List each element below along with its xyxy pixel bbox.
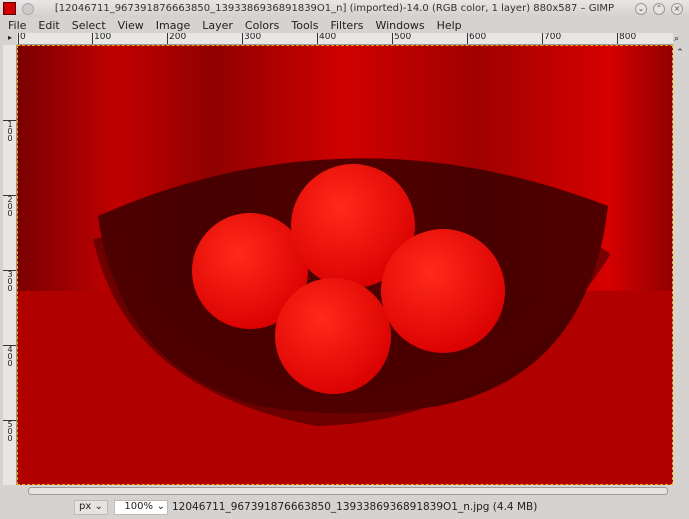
unit-value: px: [79, 500, 92, 512]
ruler-label: 400: [317, 33, 336, 44]
status-bar: px ⌄ 100% ⌄ 12046711_967391876663850_1393…: [0, 498, 689, 516]
ruler-label: 0: [18, 33, 26, 44]
menu-file[interactable]: File: [2, 19, 32, 32]
ruler-label: 100: [92, 33, 111, 44]
vertical-ruler[interactable]: 100 200 300 400 500: [3, 45, 17, 485]
menu-tools[interactable]: Tools: [285, 19, 324, 32]
file-info: 12046711_967391876663850_139338693689183…: [172, 501, 538, 513]
zoom-value: 100%: [124, 500, 153, 512]
gimp-app-icon[interactable]: [3, 2, 16, 15]
image-canvas[interactable]: [17, 45, 673, 485]
ruler-label: 200: [3, 195, 16, 218]
menu-help[interactable]: Help: [431, 19, 468, 32]
ruler-label: 500: [392, 33, 411, 44]
menu-select[interactable]: Select: [66, 19, 112, 32]
pin-icon[interactable]: [22, 2, 34, 15]
maximize-button[interactable]: ⌃: [653, 2, 665, 15]
ruler-label: 300: [3, 270, 16, 293]
close-button[interactable]: ×: [671, 2, 683, 15]
unit-select[interactable]: px ⌄: [74, 499, 108, 515]
menu-windows[interactable]: Windows: [369, 19, 430, 32]
ruler-label: 200: [167, 33, 186, 44]
ruler-label: 700: [542, 33, 561, 44]
window-title: [12046711_967391876663850_13933869368918…: [54, 3, 615, 14]
ruler-label: 100: [3, 120, 16, 143]
horizontal-scrollbar[interactable]: [28, 487, 668, 495]
image-bowl-with-balls: [18, 46, 672, 484]
menu-colors[interactable]: Colors: [239, 19, 285, 32]
title-bar: [12046711_967391876663850_13933869368918…: [0, 0, 689, 17]
ruler-label: 600: [467, 33, 486, 44]
zoom-to-fit-icon[interactable]: ⌕: [674, 34, 686, 46]
horizontal-ruler[interactable]: 0 100 200 300 400 500 600 700 800: [17, 33, 673, 45]
menu-image[interactable]: Image: [150, 19, 196, 32]
menu-layer[interactable]: Layer: [196, 19, 239, 32]
vertical-scrollbar[interactable]: ⌃: [674, 48, 686, 485]
ruler-label: 500: [3, 420, 16, 443]
menu-filters[interactable]: Filters: [324, 19, 369, 32]
zoom-select[interactable]: 100% ⌄: [114, 499, 168, 515]
ruler-label: 400: [3, 345, 16, 368]
ruler-label: 800: [617, 33, 636, 44]
menu-view[interactable]: View: [112, 19, 150, 32]
quick-mask-toggle[interactable]: ▸: [3, 33, 17, 45]
minimize-button[interactable]: ⌄: [635, 2, 647, 15]
menu-bar: File Edit Select View Image Layer Colors…: [0, 17, 689, 33]
ruler-label: 300: [242, 33, 261, 44]
menu-edit[interactable]: Edit: [32, 19, 65, 32]
chevron-down-icon: ⌄: [156, 500, 165, 512]
